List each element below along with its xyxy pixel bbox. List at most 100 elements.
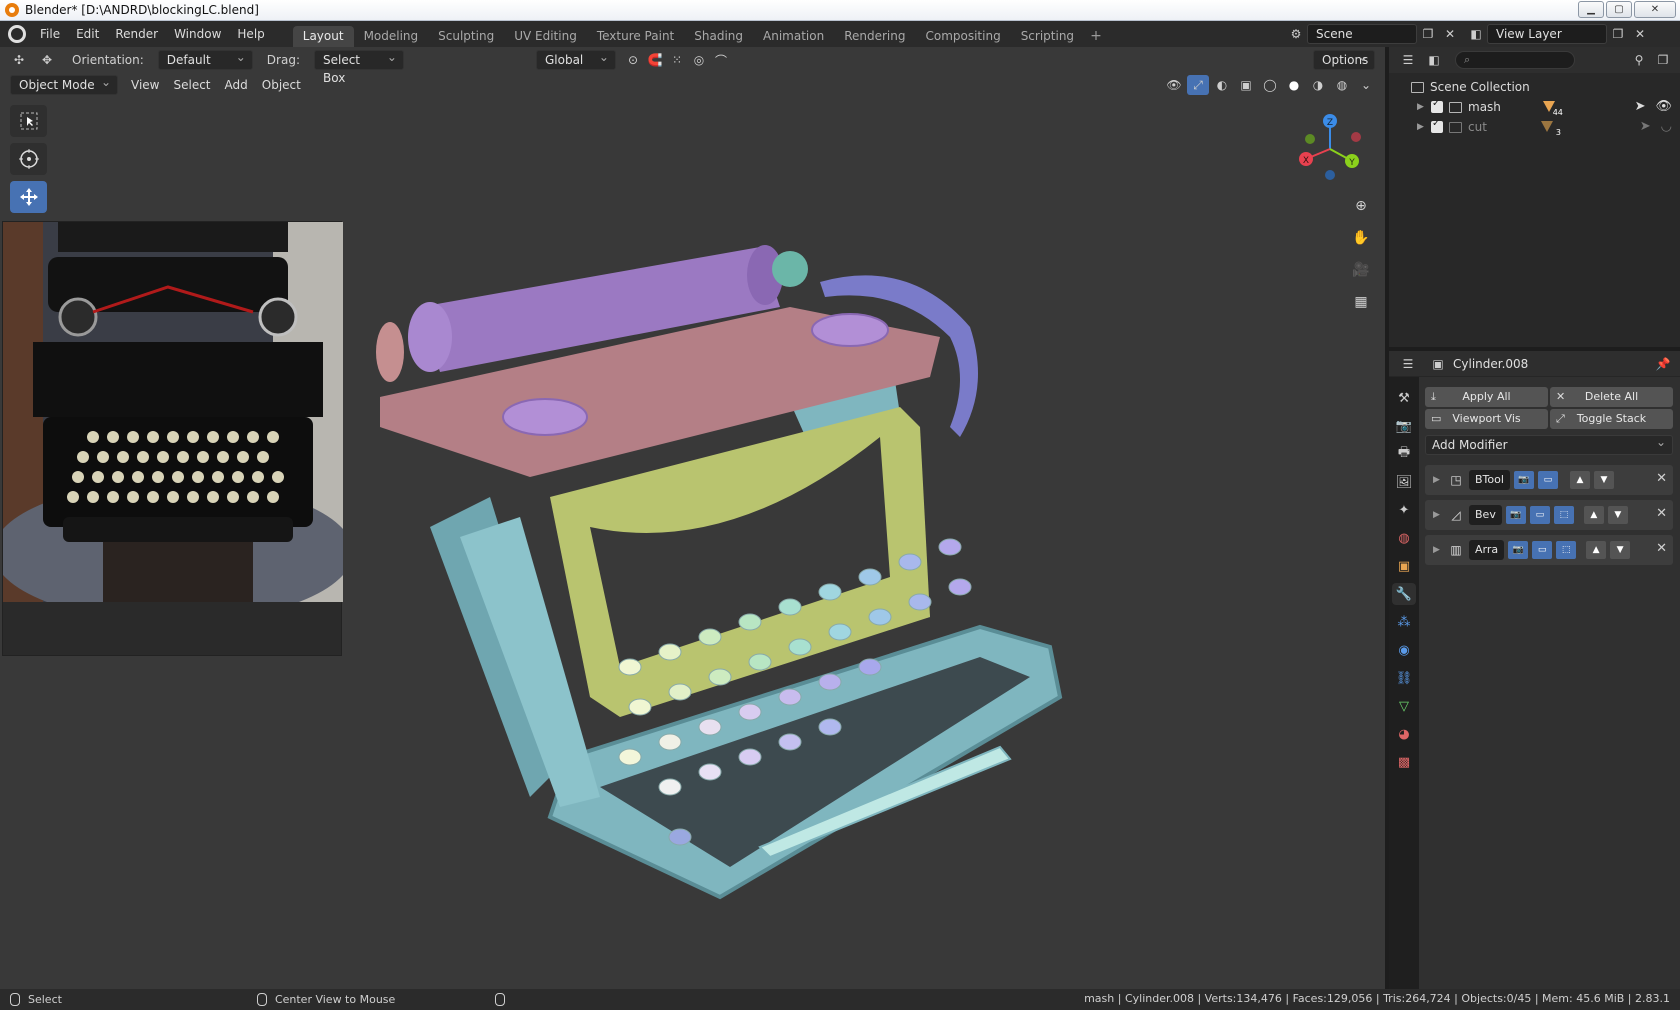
gizmo-toggle-icon[interactable]: ⤢ [1187, 75, 1209, 95]
modifier-row-bev[interactable]: ▶ ◿ Bev 📷 ▭ ⬚ ▲ ▼ ✕ [1425, 500, 1673, 530]
tab-modeling[interactable]: Modeling [354, 26, 429, 47]
outliner-row-mash[interactable]: ▶ mash 44 ➤ 👁 [1389, 97, 1680, 117]
minimize-button[interactable]: ▁ [1578, 1, 1604, 18]
3d-viewport[interactable]: ✣ ✥ Orientation: Default Drag: Select Bo… [0, 47, 1385, 989]
new-collection-icon[interactable]: ❐ [1652, 50, 1674, 70]
outliner-editor-type-icon[interactable]: ☰ [1397, 50, 1419, 70]
drag-dropdown[interactable]: Select Box [313, 48, 404, 85]
delete-scene-icon[interactable]: ✕ [1439, 24, 1461, 44]
expand-arrow-icon[interactable]: ▶ [1417, 122, 1427, 132]
move-down-icon[interactable]: ▼ [1593, 471, 1614, 489]
viewport-vis-button[interactable]: ▭ Viewport Vis [1425, 409, 1548, 429]
new-scene-icon[interactable]: ❐ [1417, 24, 1439, 44]
world-tab-icon[interactable]: ◍ [1392, 527, 1416, 549]
menu-window[interactable]: Window [166, 21, 229, 47]
pin-icon[interactable]: 📌 [1652, 354, 1674, 374]
typewriter-3d-model[interactable] [370, 197, 1130, 947]
solid-shading-icon[interactable]: ● [1283, 75, 1305, 95]
monitor-toggle-icon[interactable]: ▭ [1537, 471, 1558, 489]
transform-orientation-dropdown[interactable]: Global [535, 48, 616, 70]
toggle-stack-button[interactable]: ⤢ Toggle Stack [1550, 409, 1673, 429]
filter-icon[interactable]: ⚲ [1628, 50, 1650, 70]
modifier-name[interactable]: Arra [1469, 540, 1505, 560]
snap-icon[interactable]: 🧲 [644, 50, 666, 70]
remove-modifier-icon[interactable]: ✕ [1656, 471, 1667, 486]
rendered-shading-icon[interactable]: ◍ [1331, 75, 1353, 95]
select-box-tool[interactable] [10, 105, 47, 137]
new-view-layer-icon[interactable]: ❐ [1607, 24, 1629, 44]
pan-hand-icon[interactable]: ✋ [1348, 225, 1374, 251]
material-shading-icon[interactable]: ◑ [1307, 75, 1329, 95]
tab-shading[interactable]: Shading [684, 26, 753, 47]
menu-help[interactable]: Help [229, 21, 272, 47]
expand-arrow-icon[interactable]: ▶ [1417, 102, 1427, 112]
orientation-dropdown[interactable]: Default [157, 48, 253, 70]
physics-tab-icon[interactable]: ◉ [1392, 639, 1416, 661]
menu-object[interactable]: Object [255, 78, 308, 92]
view-layer-icon[interactable]: ◧ [1465, 24, 1487, 44]
options-dropdown[interactable]: Options [1313, 48, 1375, 70]
material-tab-icon[interactable]: ◕ [1392, 723, 1416, 745]
tab-animation[interactable]: Animation [753, 26, 834, 47]
expand-arrow-icon[interactable]: ▶ [1433, 545, 1443, 555]
modifier-row-btool[interactable]: ▶ ◳ BTool 📷 ▭ ▲ ▼ ✕ [1425, 465, 1673, 495]
edit-mode-toggle-icon[interactable]: ⬚ [1556, 541, 1577, 559]
perspective-grid-icon[interactable]: ▦ [1348, 289, 1374, 315]
xray-icon[interactable]: ▣ [1235, 75, 1257, 95]
expand-arrow-icon[interactable]: ▶ [1433, 510, 1443, 520]
object-tab-icon[interactable]: ▣ [1392, 555, 1416, 577]
move-tool[interactable] [10, 181, 47, 213]
shading-options-icon[interactable]: ⌄ [1355, 75, 1377, 95]
move-up-icon[interactable]: ▲ [1586, 541, 1607, 559]
maximize-button[interactable]: ▢ [1606, 1, 1632, 18]
move-down-icon[interactable]: ▼ [1610, 541, 1631, 559]
editor-type-icon[interactable]: ✣ [8, 50, 30, 70]
scene-icon[interactable]: ⚙ [1285, 24, 1307, 44]
eye-hidden-icon[interactable]: ◡ [1661, 119, 1672, 134]
blender-logo-icon[interactable] [8, 25, 26, 43]
add-workspace-button[interactable]: + [1084, 26, 1108, 47]
tool-tab-icon[interactable]: ⚒ [1392, 387, 1416, 409]
tab-rendering[interactable]: Rendering [834, 26, 915, 47]
edit-mode-toggle-icon[interactable]: ⬚ [1553, 506, 1574, 524]
menu-file[interactable]: File [32, 21, 68, 47]
remove-modifier-icon[interactable]: ✕ [1656, 506, 1667, 521]
view-layer-field[interactable]: View Layer [1487, 24, 1607, 44]
properties-editor-type-icon[interactable]: ☰ [1397, 354, 1419, 374]
expand-arrow-icon[interactable]: ▶ [1433, 475, 1443, 485]
constraints-tab-icon[interactable]: ⛓ [1392, 667, 1416, 689]
tab-texture-paint[interactable]: Texture Paint [587, 26, 684, 47]
scene-tab-icon[interactable]: ✦ [1392, 499, 1416, 521]
proportional-edit-icon[interactable]: ◎ [688, 50, 710, 70]
display-mode-icon[interactable]: ◧ [1423, 50, 1445, 70]
add-modifier-dropdown[interactable]: Add Modifier [1425, 433, 1673, 455]
move-up-icon[interactable]: ▲ [1583, 506, 1604, 524]
delete-view-layer-icon[interactable]: ✕ [1629, 24, 1651, 44]
tab-sculpting[interactable]: Sculpting [428, 26, 504, 47]
remove-modifier-icon[interactable]: ✕ [1656, 541, 1667, 556]
selectable-arrow-icon[interactable]: ➤ [1635, 99, 1646, 114]
scene-name-field[interactable]: Scene [1307, 24, 1417, 44]
exclude-checkbox[interactable] [1431, 118, 1443, 133]
eye-visibility-icon[interactable]: 👁 [1655, 99, 1672, 114]
visibility-icon[interactable]: 👁 [1163, 75, 1185, 95]
camera-toggle-icon[interactable]: 📷 [1508, 541, 1529, 559]
outliner-search-input[interactable]: ⌕ [1455, 51, 1575, 69]
render-tab-icon[interactable]: 📷 [1392, 415, 1416, 437]
output-tab-icon[interactable]: 🖶 [1392, 443, 1416, 465]
apply-all-button[interactable]: ⤓ Apply All [1425, 387, 1548, 407]
tab-layout[interactable]: Layout [292, 26, 354, 47]
tab-compositing[interactable]: Compositing [915, 26, 1010, 47]
monitor-toggle-icon[interactable]: ▭ [1529, 506, 1550, 524]
particles-tab-icon[interactable]: ⁂ [1392, 611, 1416, 633]
modifier-name[interactable]: Bev [1469, 505, 1502, 525]
menu-edit[interactable]: Edit [68, 21, 107, 47]
cursor-tool[interactable] [10, 143, 47, 175]
view-layer-tab-icon[interactable]: 🖼 [1392, 471, 1416, 493]
selectable-arrow-icon[interactable]: ➤ [1640, 119, 1651, 134]
camera-toggle-icon[interactable]: 📷 [1505, 506, 1526, 524]
camera-toggle-icon[interactable]: 📷 [1513, 471, 1534, 489]
menu-add[interactable]: Add [218, 78, 255, 92]
overlay-icon[interactable]: ◐ [1211, 75, 1233, 95]
mesh-data-tab-icon[interactable]: ▽ [1392, 695, 1416, 717]
